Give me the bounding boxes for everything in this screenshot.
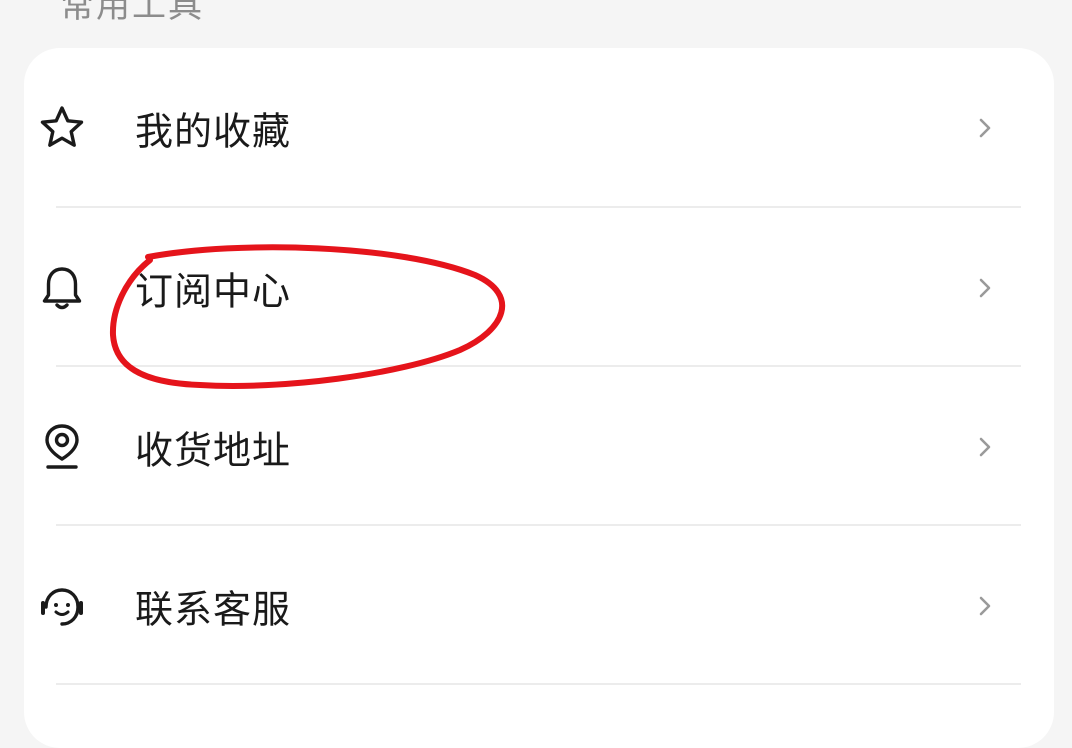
menu-item-shipping-address[interactable]: 收货地址 xyxy=(32,367,997,526)
menu-item-customer-service[interactable]: 联系客服 xyxy=(32,526,997,685)
menu-item-label: 我的收藏 xyxy=(135,109,292,153)
section-title: 常用工具 xyxy=(60,0,204,26)
customer-service-icon xyxy=(36,580,88,632)
chevron-right-icon xyxy=(973,276,997,300)
menu-item-favorites[interactable]: 我的收藏 xyxy=(32,48,997,207)
chevron-right-icon xyxy=(973,116,997,140)
menu-item-subscription-center[interactable]: 订阅中心 xyxy=(32,208,997,367)
bell-icon xyxy=(36,262,88,314)
chevron-right-icon xyxy=(973,594,997,618)
star-icon xyxy=(36,102,88,154)
divider xyxy=(56,683,1021,685)
location-pin-icon xyxy=(36,421,88,473)
menu-item-label: 订阅中心 xyxy=(135,269,292,313)
menu-item-label: 联系客服 xyxy=(135,587,292,631)
menu-item-label: 收货地址 xyxy=(135,428,292,472)
chevron-right-icon xyxy=(973,435,997,459)
